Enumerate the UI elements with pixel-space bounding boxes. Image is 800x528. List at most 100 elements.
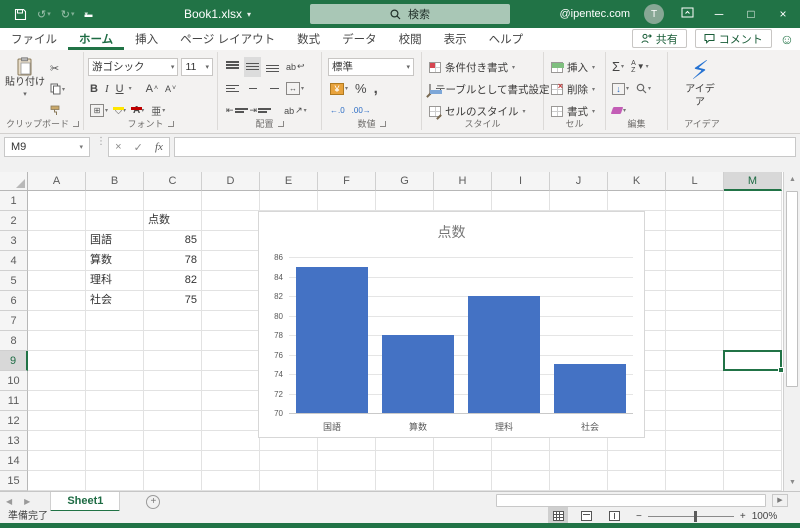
row-header-4[interactable]: 4 <box>0 251 28 271</box>
cell-L3[interactable] <box>666 231 724 251</box>
align-middle-button[interactable] <box>244 56 261 77</box>
search-input[interactable]: 検索 <box>310 4 510 24</box>
confirm-entry-button[interactable]: ✓ <box>134 141 143 154</box>
cell-L15[interactable] <box>666 471 724 491</box>
cell-E1[interactable] <box>260 191 318 211</box>
name-box[interactable]: M9 ▾ <box>4 137 90 157</box>
cell-A10[interactable] <box>28 371 86 391</box>
scroll-right-icon[interactable]: ▶ <box>772 494 788 507</box>
share-button[interactable]: 共有 <box>631 29 687 48</box>
cell-F14[interactable] <box>318 451 376 471</box>
cell-D13[interactable] <box>202 431 260 451</box>
cell-D12[interactable] <box>202 411 260 431</box>
sheet-tab-sheet1[interactable]: Sheet1 <box>50 491 121 512</box>
cell-G14[interactable] <box>376 451 434 471</box>
cell-C14[interactable] <box>144 451 202 471</box>
cell-B15[interactable] <box>86 471 144 491</box>
fill-button[interactable]: ↓ ▾ <box>610 79 631 99</box>
cell-A8[interactable] <box>28 331 86 351</box>
shrink-font-button[interactable]: A ˅ <box>163 79 178 99</box>
font-size-combo[interactable]: 11 ▾ <box>181 57 213 76</box>
zoom-percentage[interactable]: 100% <box>752 511 778 522</box>
cell-D15[interactable] <box>202 471 260 491</box>
cell-A5[interactable] <box>28 271 86 291</box>
cell-M13[interactable] <box>724 431 782 451</box>
cell-B7[interactable] <box>86 311 144 331</box>
underline-button[interactable]: U <box>114 79 126 99</box>
merge-center-button[interactable]: ↔ ▾ <box>284 79 306 99</box>
tab-r8[interactable]: ヘルプ <box>478 28 535 50</box>
formula-input[interactable] <box>174 137 796 157</box>
column-header-J[interactable]: J <box>550 172 608 191</box>
cell-D5[interactable] <box>202 271 260 291</box>
cell-D7[interactable] <box>202 311 260 331</box>
tab-r2[interactable]: 挿入 <box>124 28 169 50</box>
cell-A3[interactable] <box>28 231 86 251</box>
bar-理科[interactable] <box>467 296 541 413</box>
cell-M5[interactable] <box>724 271 782 291</box>
cell-A11[interactable] <box>28 391 86 411</box>
cell-B11[interactable] <box>86 391 144 411</box>
column-header-D[interactable]: D <box>202 172 260 191</box>
cell-D9[interactable] <box>202 351 260 371</box>
cell-A1[interactable] <box>28 191 86 211</box>
cell-C6[interactable]: 75 <box>144 291 202 311</box>
cell-D1[interactable] <box>202 191 260 211</box>
cell-L6[interactable] <box>666 291 724 311</box>
find-select-button[interactable]: ▾ <box>634 79 653 99</box>
cell-L1[interactable] <box>666 191 724 211</box>
conditional-formatting-button[interactable]: 条件付き書式 ▾ <box>426 57 539 78</box>
cell-A15[interactable] <box>28 471 86 491</box>
cell-K1[interactable] <box>608 191 666 211</box>
cell-D6[interactable] <box>202 291 260 311</box>
align-bottom-button[interactable] <box>264 57 281 77</box>
alignment-group-label[interactable]: 配置 <box>218 117 321 130</box>
tab-file[interactable]: ファイル <box>0 28 68 50</box>
wrap-text-button[interactable]: ab ↩ <box>284 57 307 77</box>
cell-A2[interactable] <box>28 211 86 231</box>
cell-L7[interactable] <box>666 311 724 331</box>
cell-B3[interactable]: 国語 <box>86 231 144 251</box>
cell-G1[interactable] <box>376 191 434 211</box>
cell-E14[interactable] <box>260 451 318 471</box>
bar-社会[interactable] <box>553 364 627 413</box>
customize-qat-button[interactable]: ▬ ▾ <box>80 3 92 25</box>
delete-cells-button[interactable]: 削除▾ <box>548 79 601 100</box>
tab-home[interactable]: ホーム <box>68 28 125 50</box>
row-header-1[interactable]: 1 <box>0 191 28 211</box>
cell-D10[interactable] <box>202 371 260 391</box>
column-header-H[interactable]: H <box>434 172 492 191</box>
cell-L8[interactable] <box>666 331 724 351</box>
sort-filter-button[interactable]: A Z ▼ ▾ <box>629 57 651 77</box>
cell-D4[interactable] <box>202 251 260 271</box>
percent-style-button[interactable]: % <box>353 79 369 99</box>
paste-button[interactable]: 貼り付け ▾ <box>2 52 48 116</box>
row-header-3[interactable]: 3 <box>0 231 28 251</box>
row-header-15[interactable]: 15 <box>0 471 28 491</box>
cell-C4[interactable]: 78 <box>144 251 202 271</box>
cell-C9[interactable] <box>144 351 202 371</box>
workbook-title[interactable]: Book1.xlsx ▾ <box>184 7 251 21</box>
row-header-8[interactable]: 8 <box>0 331 28 351</box>
cell-M10[interactable] <box>724 371 782 391</box>
minimize-button[interactable]: ─ <box>710 7 728 21</box>
cell-M14[interactable] <box>724 451 782 471</box>
cell-M1[interactable] <box>724 191 782 211</box>
scroll-down-icon[interactable]: ▼ <box>784 475 800 491</box>
save-button[interactable] <box>10 3 31 25</box>
redo-button[interactable]: ↻ ▾ <box>57 3 79 25</box>
cell-H1[interactable] <box>434 191 492 211</box>
row-header-2[interactable]: 2 <box>0 211 28 231</box>
copy-button[interactable]: ▾ <box>48 79 67 99</box>
zoom-out-button[interactable]: − <box>636 511 642 522</box>
number-format-combo[interactable]: 標準 ▾ <box>328 57 414 76</box>
cell-B10[interactable] <box>86 371 144 391</box>
cell-H15[interactable] <box>434 471 492 491</box>
cell-A14[interactable] <box>28 451 86 471</box>
cell-C8[interactable] <box>144 331 202 351</box>
cell-A7[interactable] <box>28 311 86 331</box>
align-right-button[interactable] <box>264 79 281 99</box>
insert-cells-button[interactable]: 挿入 ▾ <box>548 57 601 78</box>
cell-K14[interactable] <box>608 451 666 471</box>
tab-r5[interactable]: データ <box>331 28 388 50</box>
